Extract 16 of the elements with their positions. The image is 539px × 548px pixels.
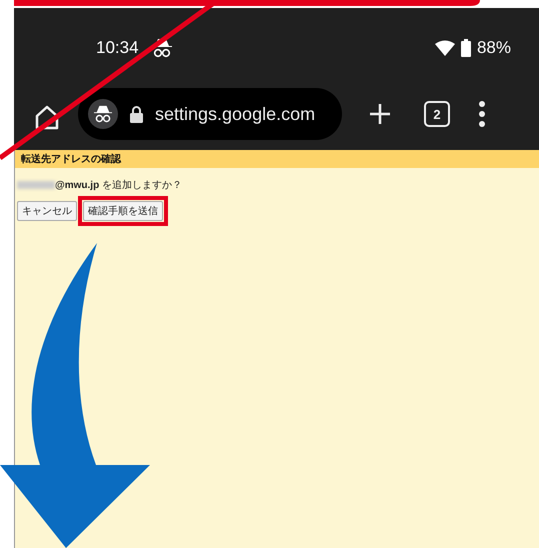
wifi-icon — [434, 40, 455, 56]
blurred-text — [17, 181, 55, 189]
page-button[interactable]: キャンセル — [17, 201, 77, 221]
lock-icon — [130, 106, 143, 122]
incognito-icon — [88, 99, 118, 129]
status-time: 10:34 — [96, 38, 139, 58]
tab-count-button[interactable]: 2 — [424, 101, 450, 127]
confirm-message: @mwu.jp を追加しますか？ — [55, 178, 182, 192]
address-bar[interactable]: settings.google.com — [78, 88, 342, 140]
send-confirmation-button[interactable]: 確認手順を送信 — [83, 201, 163, 221]
page-heading: 転送先アドレスの確認 — [15, 150, 539, 168]
new-tab-button[interactable] — [368, 102, 392, 126]
url-text: settings.google.com — [155, 104, 316, 124]
battery-percentage: 88% — [476, 38, 511, 58]
menu-icon[interactable] — [478, 100, 486, 128]
battery-icon — [460, 39, 471, 57]
